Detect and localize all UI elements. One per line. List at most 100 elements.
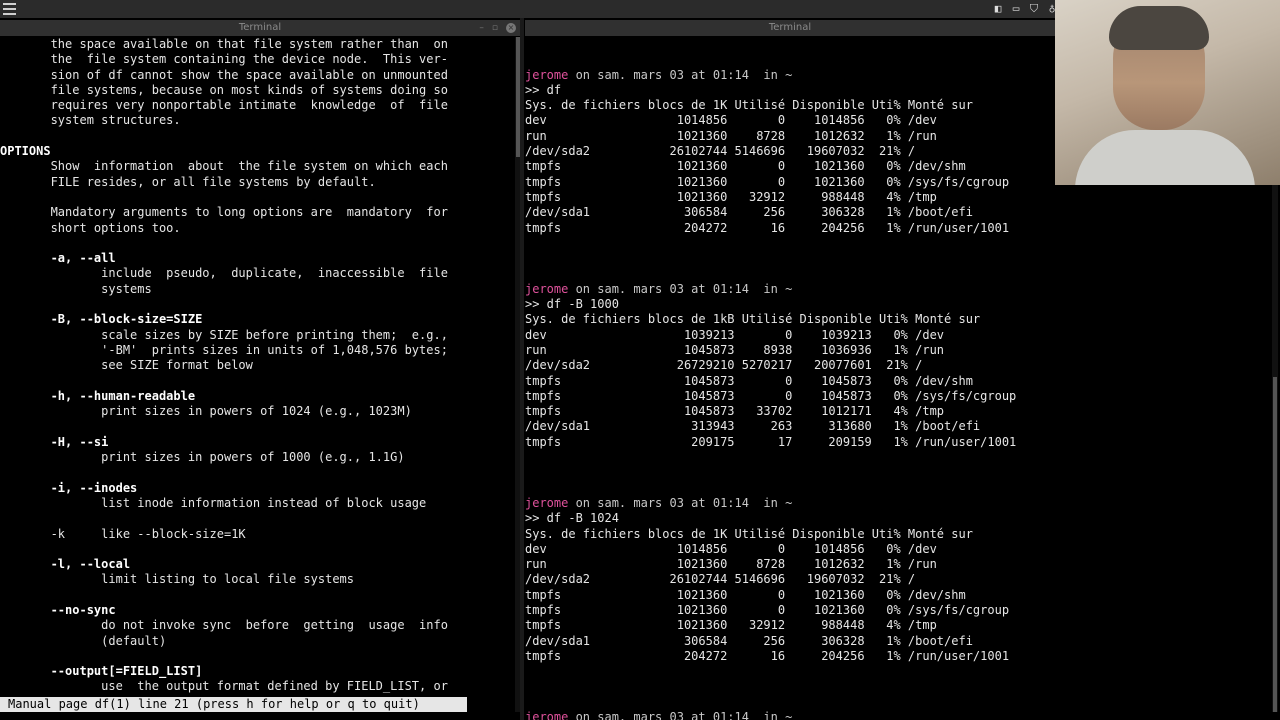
right-window-titlebar[interactable]: Terminal (525, 20, 1055, 36)
df-output-row: tmpfs 1021360 0 1021360 0% /dev/shm (525, 587, 966, 602)
prompt-line: jerome on sam. mars 03 at 01:14 in ~ (525, 496, 1270, 511)
maximize-icon[interactable]: ▫ (492, 20, 498, 36)
man-line: use the output format defined by FIELD_L… (0, 679, 448, 694)
prompt-user: jerome (525, 495, 569, 510)
man-line: the space available on that file system … (0, 37, 448, 51)
right-scrollbar-thumb[interactable] (1273, 377, 1277, 712)
man-line: scale sizes by SIZE before printing them… (0, 327, 448, 342)
man-line: file systems, because on most kinds of s… (0, 82, 448, 97)
man-line (0, 588, 517, 603)
df-output-row: /dev/sda1 313943 263 313680 1% /boot/efi (525, 419, 981, 434)
df-output-row: tmpfs 204272 16 204256 1% /run/user/1001 (525, 220, 1010, 235)
left-window-titlebar[interactable]: Terminal – ▫ × (0, 20, 520, 36)
menu-icon[interactable] (3, 3, 16, 15)
df-output-row: tmpfs 1021360 32912 988448 4% /tmp (525, 618, 937, 633)
man-line: (default) (0, 633, 167, 648)
df-output-row: tmpfs 1021360 32912 988448 4% /tmp (525, 189, 937, 204)
command-line: >> df -B 1000 (525, 297, 619, 312)
prompt-user: jerome (525, 710, 569, 720)
man-page-content[interactable]: the space available on that file system … (0, 37, 517, 697)
man-line: short options too. (0, 220, 181, 235)
man-line: -h, --human-readable (0, 388, 196, 403)
man-status-line: Manual page df(1) line 21 (press h for h… (0, 697, 467, 712)
df-output-row: dev 1014856 0 1014856 0% /dev (525, 541, 937, 556)
man-line: -l, --local (0, 557, 131, 572)
man-line: see SIZE format below (0, 358, 253, 373)
man-line: -a, --all (0, 251, 116, 266)
df-output-row: tmpfs 1021360 0 1021360 0% /sys/fs/cgrou… (525, 602, 1010, 617)
man-line: print sizes in powers of 1000 (e.g., 1.1… (0, 450, 405, 465)
man-line (0, 419, 517, 434)
man-line: --output[=FIELD_LIST] (0, 664, 203, 679)
command-line: >> df -B 1024 (525, 511, 619, 526)
man-line (0, 129, 517, 144)
man-line (0, 542, 517, 557)
man-line: sion of df cannot show the space availab… (0, 67, 448, 82)
man-line (0, 236, 517, 251)
df-output-row: Sys. de fichiers blocs de 1K Utilisé Dis… (525, 526, 973, 541)
man-line (0, 511, 517, 526)
df-output-row: run 1021360 8728 1012632 1% /run (525, 557, 937, 572)
df-output-row: tmpfs 1045873 0 1045873 0% /dev/shm (525, 373, 973, 388)
man-line: --no-sync (0, 602, 116, 617)
minimize-icon[interactable]: – (479, 20, 484, 36)
left-window-controls: – ▫ × (479, 20, 516, 36)
man-line: include pseudo, duplicate, inaccessible … (0, 266, 448, 281)
prompt-line: jerome on sam. mars 03 at 01:14 in ~ (525, 282, 1270, 297)
man-line (0, 190, 517, 205)
man-line: -i, --inodes (0, 480, 138, 495)
df-output-row: tmpfs 209175 17 209159 1% /run/user/1001 (525, 434, 1017, 449)
df-output-row: tmpfs 1045873 0 1045873 0% /sys/fs/cgrou… (525, 388, 1017, 403)
df-output-row: dev 1039213 0 1039213 0% /dev (525, 327, 945, 342)
df-output-row: /dev/sda2 26729210 5270217 20077601 21% … (525, 358, 923, 373)
df-output-row: /dev/sda1 306584 256 306328 1% /boot/efi (525, 205, 973, 220)
webcam-overlay (1055, 0, 1280, 185)
man-line (0, 465, 517, 480)
prompt-user: jerome (525, 67, 569, 82)
right-window-title: Terminal (768, 22, 812, 33)
man-line: requires very nonportable intimate knowl… (0, 98, 448, 113)
man-line: Show information about the file system o… (0, 159, 448, 174)
df-output-row: Sys. de fichiers blocs de 1kB Utilisé Di… (525, 312, 981, 327)
df-output-row: /dev/sda2 26102744 5146696 19607032 21% … (525, 572, 916, 587)
man-line (0, 297, 517, 312)
man-line: '-BM' prints sizes in units of 1,048,576… (0, 342, 448, 357)
man-line: print sizes in powers of 1024 (e.g., 102… (0, 404, 412, 419)
prompt-line: jerome on sam. mars 03 at 01:14 in ~ (525, 710, 1270, 720)
prompt-info: on sam. mars 03 at 01:14 in ~ (568, 67, 793, 82)
df-output-row: /dev/sda1 306584 256 306328 1% /boot/efi (525, 633, 973, 648)
man-line: systems (0, 281, 152, 296)
man-line: system structures. (0, 113, 181, 128)
prompt-info: on sam. mars 03 at 01:14 in ~ (568, 710, 793, 720)
close-icon[interactable]: × (506, 23, 516, 33)
man-line (0, 649, 517, 664)
man-line (0, 374, 517, 389)
man-line: -B, --block-size=SIZE (0, 312, 203, 327)
df-output-row: tmpfs 204272 16 204256 1% /run/user/1001 (525, 648, 1010, 663)
man-line: -H, --si (0, 434, 109, 449)
window-divider (520, 18, 524, 720)
df-output-row: tmpfs 1045873 33702 1012171 4% /tmp (525, 404, 945, 419)
window-icon[interactable]: ▭ (1010, 2, 1022, 16)
shield-icon[interactable]: ⛉ (1028, 2, 1040, 16)
network-icon[interactable]: ◧ (992, 2, 1004, 16)
man-line: do not invoke sync before getting usage … (0, 618, 448, 633)
prompt-user: jerome (525, 281, 569, 296)
man-line: OPTIONS (0, 144, 51, 159)
man-line: list inode information instead of block … (0, 495, 427, 510)
system-tray: ◧ ▭ ⛉ ♁ (992, 2, 1058, 16)
man-line: the file system containing the device no… (0, 52, 448, 67)
man-line: FILE resides, or all file systems by def… (0, 174, 376, 189)
left-window-title: Terminal (238, 22, 282, 33)
prompt-info: on sam. mars 03 at 01:14 in ~ (568, 281, 793, 296)
man-line: Mandatory arguments to long options are … (0, 205, 448, 220)
df-output-row: run 1045873 8938 1036936 1% /run (525, 342, 945, 357)
